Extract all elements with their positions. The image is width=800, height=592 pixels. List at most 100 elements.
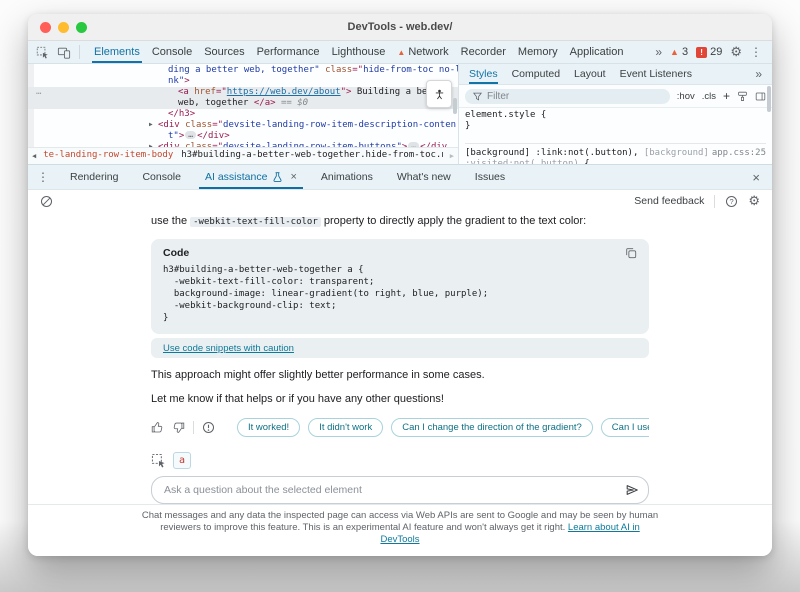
dom-token: ding a better web, together" [168,65,320,75]
styles-tab[interactable]: Layout [574,64,606,84]
breadcrumb-item[interactable]: te-landing-row-item-body [43,150,173,162]
suggestion-chip[interactable]: Can I change the direction of the gradie… [391,418,593,437]
drawer-tab[interactable]: What's new [385,165,463,189]
dom-token: hide-from-toc no-li [363,65,458,75]
dom-tree-row[interactable]: …<a href="https://web.dev/about"> Buildi… [28,87,458,98]
accessibility-button[interactable] [426,80,452,108]
window-title: DevTools - web.dev/ [28,21,772,33]
send-feedback-button[interactable]: Send feedback [634,195,704,207]
thumbs-down-button[interactable] [172,421,185,434]
suggestion-chip[interactable]: Can I use more than [601,418,649,437]
report-button[interactable] [202,421,215,434]
devtools-tab[interactable]: Application [570,41,624,63]
devtools-tab[interactable]: Console [152,41,192,63]
drawer-tab[interactable]: Animations [309,165,385,189]
close-tab-icon[interactable]: × [290,171,296,183]
code-line: } [163,312,637,324]
tab-label: Console [152,46,192,58]
sidebar-toggle-button[interactable] [755,91,766,102]
feedback-row: It worked! It didn't work Can I change the… [151,416,649,438]
style-token: :visited:not(.button) [465,159,584,164]
paragraph-token: property to directly apply the gradient … [321,215,586,227]
caution-link[interactable]: Use code snippets with caution [163,343,294,354]
dom-token: </ [254,98,265,108]
devtools-tab[interactable]: ▲ Network [397,41,448,63]
dom-tree-row[interactable]: web, together </a> == $0 [28,98,458,109]
sidebar-icon [755,91,766,102]
devtools-tab[interactable]: Memory [518,41,558,63]
dom-tree-row[interactable]: ▶<div class="devsite-landing-row-item-bu… [28,142,458,147]
dom-token: class [180,120,213,130]
stylesheet-link[interactable]: app.css:25 [712,148,766,158]
suggestion-chip[interactable]: It worked! [237,418,300,437]
rendering-emulation-button[interactable] [737,91,748,102]
more-tabs-icon[interactable]: » [655,45,662,59]
style-rule-line[interactable]: app.css:25[background] :link:not(.button… [465,148,766,159]
drawer-tab[interactable]: Console [130,165,193,189]
device-toolbar-button[interactable] [57,46,71,59]
dom-tree-row[interactable]: t">…</div> [28,131,458,142]
style-rule-line[interactable]: :visited:not(.button) { [465,159,766,164]
style-rule-line[interactable]: } [465,121,766,132]
devtools-tab[interactable]: Recorder [461,41,506,63]
dom-tree[interactable]: ding a better web, together" class=" hide… [28,64,458,147]
dom-tree-row[interactable]: </h3> [28,109,458,120]
send-icon [625,483,639,497]
question-input[interactable] [152,484,625,496]
breadcrumb-left-icon[interactable]: ◀ [32,152,36,160]
elements-scrollbar-thumb[interactable] [453,98,457,114]
clear-chat-button[interactable] [40,195,53,208]
devtools-tab[interactable]: Lighthouse [332,41,386,63]
dom-tree-row[interactable]: ▶<div class="devsite-landing-row-item-de… [28,120,458,131]
new-style-rule-button[interactable]: + [723,91,730,101]
dom-token: > [184,76,189,86]
drawer-menu-icon[interactable]: ⋮ [28,170,58,184]
inspect-element-button[interactable] [36,46,49,59]
styles-rules[interactable]: element.style { } app.css:25[background]… [459,108,772,164]
warnings-badge[interactable]: ▲ 3 [670,46,688,58]
toggle-class-button[interactable]: .cls [702,91,716,102]
style-rule-line[interactable]: element.style { [465,110,766,121]
drawer-tab[interactable]: Rendering [58,165,130,189]
suggestion-chip[interactable]: It didn't work [308,418,383,437]
drawer-tab[interactable]: Issues [463,165,517,189]
expand-arrow-icon[interactable]: ▶ [149,121,158,128]
settings-gear-icon[interactable]: ⚙ [730,44,742,60]
dom-token: =" [212,120,223,130]
styles-tab[interactable]: Computed [512,64,560,84]
dom-tree-row[interactable]: nk"> [28,76,458,87]
inspect-icon [151,453,166,468]
ai-settings-gear-icon[interactable]: ⚙ [748,193,760,209]
select-element-button[interactable] [151,453,166,468]
toggle-hover-button[interactable]: :hov [677,91,695,102]
titlebar[interactable]: DevTools - web.dev/ [28,14,772,41]
dom-tree-row[interactable]: ding a better web, together" class="hide… [28,65,458,76]
thumbs-up-button[interactable] [151,421,164,434]
devtools-tab[interactable]: Performance [257,41,320,63]
issues-count: 29 [710,46,722,58]
code-block[interactable]: h3#building-a-better-web-together a { -w… [163,264,637,324]
copy-code-button[interactable] [625,247,637,259]
styles-tab[interactable]: Styles [469,64,498,84]
issues-badge[interactable]: ! 29 [696,46,722,58]
context-element-chip[interactable]: a [173,452,191,469]
styles-tab[interactable]: Event Listeners [620,64,692,84]
drawer-tab-ai-assistance[interactable]: AI assistance × [193,165,309,189]
breadcrumb-right-icon[interactable]: ▶ [450,152,454,160]
styles-scrollbar-thumb[interactable] [767,86,771,112]
ai-assistance-label: AI assistance [205,171,267,183]
help-button[interactable]: ? [725,195,738,208]
style-token: { [535,110,546,120]
expand-arrow-icon[interactable]: ▶ [149,143,158,147]
devtools-tab[interactable]: Elements [94,41,140,63]
style-rule-line[interactable] [465,132,766,144]
dom-token: devsite-landing-row-item-description-con… [223,120,456,130]
send-button[interactable] [625,483,639,497]
more-options-icon[interactable]: ⋮ [750,45,762,59]
styles-more-tabs-icon[interactable]: » [755,67,762,81]
style-filter-input[interactable]: Filter [465,89,670,104]
code-line: -webkit-text-fill-color: transparent; [163,276,637,288]
breadcrumb-item[interactable]: h3#building-a-better-web-together.hide-f… [181,150,443,162]
devtools-tab[interactable]: Sources [204,41,244,63]
close-drawer-icon[interactable]: × [740,170,772,185]
